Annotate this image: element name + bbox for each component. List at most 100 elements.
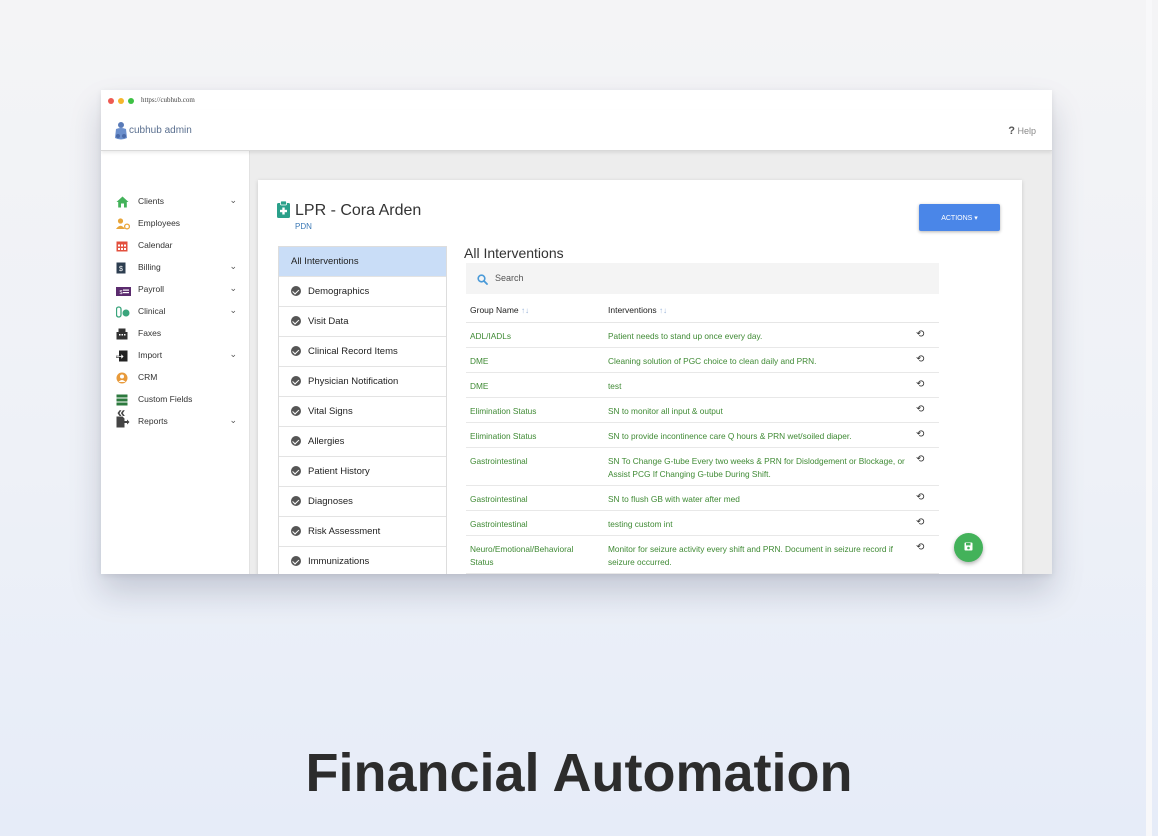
minimize-window-dot[interactable]: [118, 98, 124, 104]
table-row[interactable]: Elimination Status SN to monitor all inpu…: [466, 398, 939, 423]
sidebar-item-label: Billing: [138, 262, 161, 272]
history-icon[interactable]: ⟲: [916, 517, 924, 528]
check-circle-icon: [291, 406, 301, 416]
address-bar[interactable]: https://cubhub.com: [141, 96, 195, 104]
table-row[interactable]: Gastrointestinal testing custom int ⟲: [466, 511, 939, 536]
search-icon: [477, 272, 488, 290]
tab-allergies[interactable]: Allergies: [279, 427, 446, 457]
table-row[interactable]: DME Cleaning solution of PGC choice to cl…: [466, 348, 939, 373]
intervention-cell[interactable]: SN to provide incontinence care Q hours …: [608, 430, 908, 443]
chevron-down-icon[interactable]: ⌄: [229, 305, 237, 316]
group-name-cell[interactable]: Gastrointestinal: [470, 493, 595, 506]
sidebar-item-payroll[interactable]: $ Payroll ⌄: [101, 280, 249, 300]
check-circle-icon: [291, 436, 301, 446]
tab-vital-signs[interactable]: Vital Signs: [279, 397, 446, 427]
sidebar-item-label: Clinical: [138, 306, 166, 316]
browser-titlebar: https://cubhub.com: [101, 90, 1052, 110]
sidebar: Clients ⌄ Employees Calendar $ Billing ⌄ $ Payro…: [101, 151, 250, 574]
floppy-disk-icon: [964, 542, 973, 551]
intervention-cell[interactable]: SN to monitor all input & output: [608, 405, 908, 418]
table-row[interactable]: Neuro/Emotional/Behavioral Status Monitor…: [466, 536, 939, 574]
sidebar-item-label: Reports: [138, 416, 168, 426]
history-icon[interactable]: ⟲: [916, 404, 924, 415]
browser-window: https://cubhub.com cubhub admin ? Help C…: [101, 90, 1052, 574]
sidebar-item-employees[interactable]: Employees: [101, 214, 249, 234]
tab-diagnoses[interactable]: Diagnoses: [279, 487, 446, 517]
intervention-cell[interactable]: Patient needs to stand up once every day…: [608, 330, 908, 343]
sidebar-item-calendar[interactable]: Calendar: [101, 236, 249, 256]
chevron-down-icon[interactable]: ⌄: [229, 415, 237, 426]
page-title: LPR - Cora Arden: [295, 202, 422, 219]
tab-patient-history[interactable]: Patient History: [279, 457, 446, 487]
table-row[interactable]: DME test ⟲: [466, 373, 939, 398]
group-name-cell[interactable]: Gastrointestinal: [470, 455, 595, 468]
home-icon: [116, 195, 129, 208]
sort-icon[interactable]: ↑↓: [521, 306, 529, 315]
sort-icon[interactable]: ↑↓: [659, 306, 667, 315]
chevron-down-icon[interactable]: ⌄: [229, 349, 237, 360]
group-name-cell[interactable]: Elimination Status: [470, 430, 595, 443]
tab-label: Diagnoses: [308, 496, 353, 507]
sidebar-item-clinical[interactable]: Clinical ⌄: [101, 302, 249, 322]
table-row[interactable]: Gastrointestinal SN to flush GB with wate…: [466, 486, 939, 511]
table-row[interactable]: Elimination Status SN to provide incontin…: [466, 423, 939, 448]
tab-immunizations[interactable]: Immunizations: [279, 547, 446, 574]
intervention-cell[interactable]: testing custom int: [608, 518, 908, 531]
history-icon[interactable]: ⟲: [916, 429, 924, 440]
save-button[interactable]: [954, 533, 983, 562]
chevron-down-icon[interactable]: ⌄: [229, 283, 237, 294]
maximize-window-dot[interactable]: [128, 98, 134, 104]
actions-dropdown-button[interactable]: ACTIONS ▾: [919, 204, 1000, 231]
sidebar-item-crm[interactable]: CRM: [101, 368, 249, 388]
sidebar-item-billing[interactable]: $ Billing ⌄: [101, 258, 249, 278]
tab-demographics[interactable]: Demographics: [279, 277, 446, 307]
table-row[interactable]: Gastrointestinal SN To Change G-tube Ever…: [466, 448, 939, 486]
app-logo-text[interactable]: cubhub admin: [129, 125, 192, 136]
group-name-cell[interactable]: DME: [470, 380, 595, 393]
intervention-cell[interactable]: SN to flush GB with water after med: [608, 493, 908, 506]
history-icon[interactable]: ⟲: [916, 379, 924, 390]
collapse-sidebar-icon[interactable]: «: [117, 404, 125, 421]
group-name-cell[interactable]: ADL/IADLs: [470, 330, 595, 343]
sidebar-item-label: Payroll: [138, 284, 164, 294]
search-placeholder: Search: [495, 273, 524, 283]
check-circle-icon: [291, 526, 301, 536]
group-name-cell[interactable]: Neuro/Emotional/Behavioral Status: [470, 543, 595, 568]
sidebar-item-import[interactable]: Import ⌄: [101, 346, 249, 366]
sidebar-item-clients[interactable]: Clients ⌄: [101, 192, 249, 212]
intervention-cell[interactable]: Cleaning solution of PGC choice to clean…: [608, 355, 908, 368]
history-icon[interactable]: ⟲: [916, 329, 924, 340]
history-icon[interactable]: ⟲: [916, 354, 924, 365]
intervention-cell[interactable]: SN To Change G-tube Every two weeks & PR…: [608, 455, 908, 480]
tab-physician-notification[interactable]: Physician Notification: [279, 367, 446, 397]
intervention-cell[interactable]: test: [608, 380, 908, 393]
search-input[interactable]: Search: [466, 263, 939, 294]
column-header-interventions[interactable]: Interventions ↑↓: [608, 305, 667, 315]
sidebar-item-label: Employees: [138, 218, 181, 228]
sidebar-item-faxes[interactable]: Faxes: [101, 324, 249, 344]
tab-clinical-record-items[interactable]: Clinical Record Items: [279, 337, 446, 367]
tab-label: Immunizations: [308, 556, 370, 567]
check-circle-icon: [291, 346, 301, 356]
history-icon[interactable]: ⟲: [916, 542, 924, 553]
medical-clipboard-icon: [277, 200, 290, 223]
tab-risk-assessment[interactable]: Risk Assessment: [279, 517, 446, 547]
history-icon[interactable]: ⟲: [916, 454, 924, 465]
group-name-cell[interactable]: Gastrointestinal: [470, 518, 595, 531]
check-circle-icon: [291, 496, 301, 506]
help-link[interactable]: ? Help: [1008, 125, 1036, 137]
column-header-group-name[interactable]: Group Name ↑↓: [470, 305, 529, 315]
crm-icon: [116, 371, 129, 384]
chevron-down-icon[interactable]: ⌄: [229, 195, 237, 206]
table-row[interactable]: ADL/IADLs Patient needs to stand up once …: [466, 323, 939, 348]
group-name-cell[interactable]: DME: [470, 355, 595, 368]
history-icon[interactable]: ⟲: [916, 492, 924, 503]
tab-all-interventions[interactable]: All Interventions: [279, 247, 446, 277]
tab-label: Patient History: [308, 466, 370, 477]
group-name-cell[interactable]: Elimination Status: [470, 405, 595, 418]
tab-visit-data[interactable]: Visit Data: [279, 307, 446, 337]
close-window-dot[interactable]: [108, 98, 114, 104]
svg-text:$: $: [120, 290, 123, 296]
chevron-down-icon[interactable]: ⌄: [229, 261, 237, 272]
intervention-cell[interactable]: Monitor for seizure activity every shift…: [608, 543, 908, 568]
